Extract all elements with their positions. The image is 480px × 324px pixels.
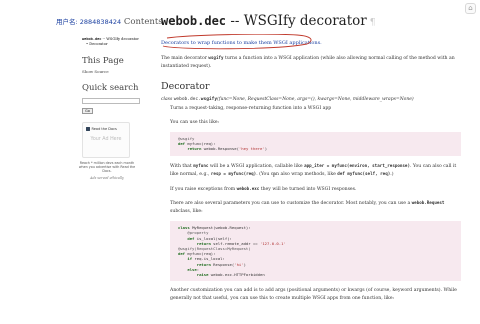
this-page-heading: This Page [82, 56, 124, 66]
show-source-link[interactable]: Show Source [82, 69, 142, 74]
sig-description: Turns a request-taking, response-returni… [170, 106, 332, 111]
code-line: return webob.Response('hey there') [178, 146, 268, 152]
class-signature: class webob.dec.wsgify(func=None, Reques… [161, 97, 414, 102]
search-input[interactable] [82, 98, 140, 104]
ad-box[interactable]: Read the Docs Your Ad Here [82, 122, 130, 158]
code-block-basic: @wsgify def myfunc(req): return webob.Res… [170, 132, 461, 156]
with-paragraph: With that myfunc will be a WSGI applicat… [170, 162, 457, 178]
contents-heading: Contents [123, 17, 163, 27]
code-block-request-subclass: class MyRequest(webob.Request): @propert… [170, 221, 461, 282]
corner-tool-icon[interactable]: ⌂ [465, 3, 476, 14]
read-the-docs-logo: Read the Docs [86, 127, 126, 131]
page-title: webob.dec -- WSGIfy decorator ¶ [161, 13, 376, 29]
module-tagline: Decorators to wrap functions to make the… [161, 34, 322, 50]
permalink-icon[interactable]: ¶ [370, 18, 376, 28]
raise-paragraph: If you raise exceptions from webob.exc t… [170, 185, 357, 192]
code-line: raise webob.exc.HTTPForbidden [178, 271, 265, 277]
section-heading-decorator: Decorator [161, 81, 210, 92]
watermark-text: 用户名: 2884838424 [56, 18, 122, 26]
text-cursor-icon: I [273, 172, 275, 179]
ad-ethical-link[interactable]: Ads served ethically [78, 176, 136, 180]
ad-placeholder: Your Ad Here [90, 137, 122, 142]
use-text: You can use this like: [170, 119, 220, 125]
ad-note: Reach * million devs each month when you… [78, 161, 136, 174]
customize-paragraph: There are also several parameters you ca… [170, 200, 445, 214]
intro-paragraph: The main decorator wsgify turns a functi… [161, 55, 455, 69]
sidebar: 用户名: 2884838424 Contents webob.dec -- WS… [0, 0, 163, 324]
go-button[interactable]: Go [82, 108, 93, 114]
another-paragraph: Another customization you can add is to … [170, 288, 457, 301]
toc: webob.dec -- WSGIfy decorator • Decorato… [82, 37, 142, 47]
class-body: Turns a request-taking, response-returni… [170, 105, 461, 302]
sidebar-contents-title: 用户名: 2884838424 Contents [56, 16, 163, 27]
main-content: webob.dec -- WSGIfy decorator ¶ Decorator… [161, 13, 461, 302]
toc-item-decorator[interactable]: • Decorator [82, 42, 142, 47]
quick-search-heading: Quick search [82, 83, 139, 93]
book-icon [86, 127, 90, 131]
